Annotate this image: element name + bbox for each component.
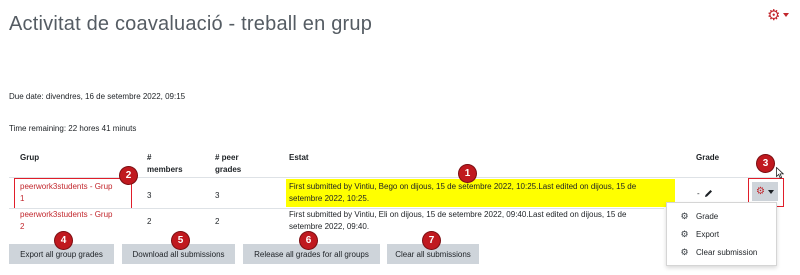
table-row: peerwork3students - Grup 1	[20, 181, 113, 205]
menu-item-label: Export	[696, 230, 720, 239]
gear-icon: ⚙	[756, 186, 765, 197]
callout-badge-5: 5	[172, 232, 189, 249]
menu-item-grade[interactable]: ⚙ Grade	[680, 211, 718, 222]
column-header-group: Grup	[20, 153, 40, 162]
peer-grades-count: 3	[215, 191, 220, 200]
table-row: peerwork3students - Grup 2	[20, 209, 113, 233]
pencil-icon[interactable]	[704, 189, 713, 198]
group-number: 2	[20, 222, 25, 231]
status-text-line2: setembre 2022, 09:40.	[289, 222, 370, 231]
menu-item-label: Grade	[696, 212, 719, 221]
status-text-line2: setembre 2022, 10:25.	[289, 194, 370, 203]
row-actions-button[interactable]: ⚙	[752, 182, 778, 201]
callout-badge-3: 3	[757, 155, 774, 172]
chevron-down-icon	[767, 189, 774, 194]
members-count: 2	[147, 217, 152, 226]
column-header-peer: # peer	[215, 153, 239, 162]
time-remaining: Time remaining: 22 hores 41 minuts	[9, 124, 137, 133]
mouse-cursor-icon	[776, 167, 784, 179]
group-name: peerwork3students - Grup	[20, 182, 113, 191]
gear-icon: ⚙	[680, 211, 689, 221]
column-header-members: members	[147, 165, 183, 174]
chevron-down-icon	[783, 13, 790, 17]
row-actions-dropdown: ⚙ Grade ⚙ Export ⚙ Clear submission	[666, 202, 777, 266]
due-date: Due date: divendres, 16 de setembre 2022…	[9, 92, 186, 101]
gear-icon: ⚙	[680, 229, 689, 239]
submission-status: First submitted by Vintiu, Eli on dijous…	[289, 209, 626, 233]
menu-item-export[interactable]: ⚙ Export	[680, 229, 719, 240]
callout-badge-6: 6	[300, 232, 317, 249]
status-text-line1: First submitted by Vintiu, Bego on dijou…	[289, 182, 637, 191]
callout-badge-2: 2	[120, 167, 137, 184]
column-header-grade: Grade	[696, 153, 720, 162]
column-header-members-number: #	[147, 153, 152, 162]
group-link-2[interactable]: peerwork3students - Grup 2	[20, 210, 113, 231]
callout-badge-4: 4	[55, 232, 72, 249]
members-count: 3	[147, 191, 152, 200]
menu-item-clear-submission[interactable]: ⚙ Clear submission	[680, 247, 757, 258]
group-number: 1	[20, 194, 25, 203]
page-title: Activitat de coavaluació - treball en gr…	[9, 13, 373, 35]
status-text-line1: First submitted by Vintiu, Eli on dijous…	[289, 210, 627, 219]
grade-value: -	[697, 189, 700, 198]
gear-icon: ⚙	[767, 7, 781, 24]
group-name: peerwork3students - Grup	[20, 210, 113, 219]
group-link-1[interactable]: peerwork3students - Grup 1	[20, 182, 113, 203]
gear-icon: ⚙	[680, 247, 689, 257]
submission-status: First submitted by Vintiu, Bego on dijou…	[289, 181, 636, 205]
peer-grades-count: 2	[215, 217, 220, 226]
callout-badge-1: 1	[459, 165, 476, 182]
page-actions-menu[interactable]: ⚙	[767, 6, 790, 24]
menu-item-label: Clear submission	[696, 248, 758, 257]
callout-badge-7: 7	[423, 232, 440, 249]
column-header-status: Estat	[289, 153, 309, 162]
column-header-peer-grades: grades	[215, 165, 242, 174]
